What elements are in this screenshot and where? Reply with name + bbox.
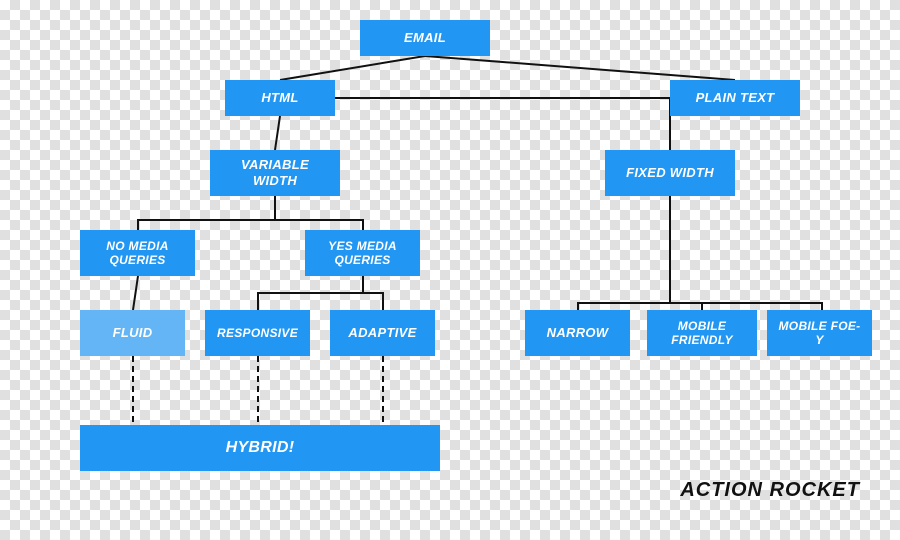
variable-width-box: VARIABLE WIDTH xyxy=(210,150,340,196)
fluid-box: FLUID xyxy=(80,310,185,356)
mobile-foe-y-box: MOBILE FOE-Y xyxy=(767,310,872,356)
html-box: HTML xyxy=(225,80,335,116)
plain-text-box: PLAIN TEXT xyxy=(670,80,800,116)
no-media-queries-box: NO MEDIA QUERIES xyxy=(80,230,195,276)
adaptive-box: ADAPTIVE xyxy=(330,310,435,356)
fixed-width-box: FIXED WIDTH xyxy=(605,150,735,196)
responsive-box: RESPONSIVE xyxy=(205,310,310,356)
mobile-friendly-box: MOBILE FRIENDLY xyxy=(647,310,757,356)
diagram: EMAIL HTML PLAIN TEXT VARIABLE WIDTH FIX… xyxy=(30,10,870,520)
email-box: EMAIL xyxy=(360,20,490,56)
brand-label: ACTION ROCKET xyxy=(680,479,860,502)
hybrid-box: HYBRID! xyxy=(80,425,440,471)
narrow-box: NARROW xyxy=(525,310,630,356)
yes-media-queries-box: YES MEDIA QUERIES xyxy=(305,230,420,276)
